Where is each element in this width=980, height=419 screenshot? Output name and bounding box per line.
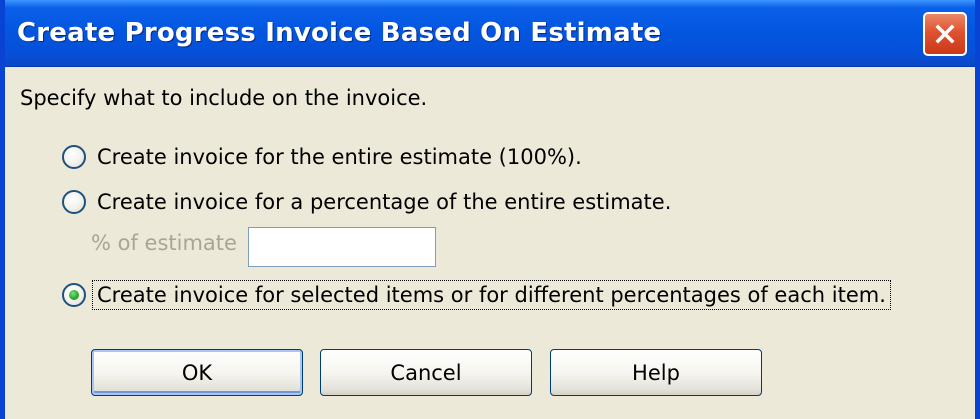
cancel-button[interactable]: Cancel xyxy=(320,349,532,396)
title-bar[interactable]: Create Progress Invoice Based On Estimat… xyxy=(5,0,975,67)
close-x-icon xyxy=(935,24,955,44)
option-selected-items[interactable]: Create invoice for selected items or for… xyxy=(62,280,891,310)
instruction-text: Specify what to include on the invoice. xyxy=(20,86,428,110)
option-entire-estimate-label: Create invoice for the entire estimate (… xyxy=(97,145,582,169)
dialog-content: Specify what to include on the invoice. … xyxy=(5,67,975,419)
radio-button-percentage-estimate[interactable] xyxy=(62,190,86,214)
option-entire-estimate[interactable]: Create invoice for the entire estimate (… xyxy=(62,145,582,169)
help-button[interactable]: Help xyxy=(550,349,762,396)
percent-of-estimate-label: % of estimate xyxy=(91,231,237,255)
dialog-window: Create Progress Invoice Based On Estimat… xyxy=(0,0,980,419)
close-button[interactable] xyxy=(923,12,967,56)
ok-button[interactable]: OK xyxy=(91,349,303,396)
radio-button-selected-items[interactable] xyxy=(62,283,86,307)
radio-button-entire-estimate[interactable] xyxy=(62,145,86,169)
window-title: Create Progress Invoice Based On Estimat… xyxy=(17,18,662,48)
percent-of-estimate-input[interactable] xyxy=(248,227,436,267)
option-selected-items-label: Create invoice for selected items or for… xyxy=(92,280,891,310)
option-percentage-estimate[interactable]: Create invoice for a percentage of the e… xyxy=(62,190,671,214)
radio-selected-dot xyxy=(69,290,79,300)
option-percentage-estimate-label: Create invoice for a percentage of the e… xyxy=(97,190,672,214)
